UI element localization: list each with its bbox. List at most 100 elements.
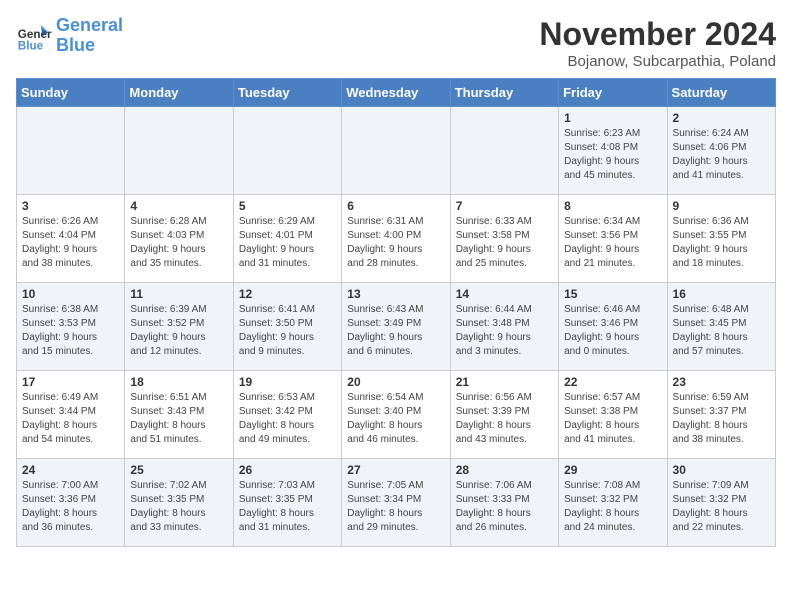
calendar-cell-w5-d4: 27 Sunrise: 7:05 AM Sunset: 3:34 PM Dayli… <box>342 459 450 547</box>
day-number-4: 4 <box>130 199 227 213</box>
day-number-10: 10 <box>22 287 119 301</box>
logo-text: General Blue <box>56 16 123 56</box>
week-row-4: 17 Sunrise: 6:49 AM Sunset: 3:44 PM Dayli… <box>17 371 776 459</box>
day-info-30: Sunrise: 7:09 AM Sunset: 3:32 PM Dayligh… <box>673 479 770 535</box>
day-number-23: 23 <box>673 375 770 389</box>
header-monday: Monday <box>125 79 233 107</box>
day-info-29: Sunrise: 7:08 AM Sunset: 3:32 PM Dayligh… <box>564 479 661 535</box>
calendar-cell-w2-d3: 5 Sunrise: 6:29 AM Sunset: 4:01 PM Daylig… <box>233 195 341 283</box>
calendar-cell-w4-d7: 23 Sunrise: 6:59 AM Sunset: 3:37 PM Dayli… <box>667 371 775 459</box>
calendar-cell-w1-d4 <box>342 107 450 195</box>
page-header: General Blue General Blue November 2024 … <box>16 16 776 70</box>
calendar-cell-w2-d5: 7Sunrise: 6:33 AM Sunset: 3:58 PM Daylig… <box>450 195 558 283</box>
calendar-cell-w1-d2 <box>125 107 233 195</box>
day-number-12: 12 <box>239 287 336 301</box>
calendar-cell-w4-d5: 21Sunrise: 6:56 AM Sunset: 3:39 PM Dayli… <box>450 371 558 459</box>
day-number-19: 19 <box>239 375 336 389</box>
calendar-cell-w3-d1: 10 Sunrise: 6:38 AM Sunset: 3:53 PM Dayli… <box>17 283 125 371</box>
day-number-28: 28 <box>456 463 553 477</box>
calendar-body: 1 Sunrise: 6:23 AM Sunset: 4:08 PM Daylig… <box>17 107 776 547</box>
calendar-cell-w3-d4: 13Sunrise: 6:43 AM Sunset: 3:49 PM Dayli… <box>342 283 450 371</box>
day-info-10: Sunrise: 6:38 AM Sunset: 3:53 PM Dayligh… <box>22 303 119 359</box>
day-info-22: Sunrise: 6:57 AM Sunset: 3:38 PM Dayligh… <box>564 391 661 447</box>
calendar-header: SundayMondayTuesdayWednesdayThursdayFrid… <box>17 79 776 107</box>
day-number-22: 22 <box>564 375 661 389</box>
day-number-7: 7 <box>456 199 553 213</box>
calendar-cell-w1-d1 <box>17 107 125 195</box>
day-info-2: Sunrise: 6:24 AM Sunset: 4:06 PM Dayligh… <box>673 127 770 183</box>
day-info-17: Sunrise: 6:49 AM Sunset: 3:44 PM Dayligh… <box>22 391 119 447</box>
calendar-cell-w4-d3: 19 Sunrise: 6:53 AM Sunset: 3:42 PM Dayli… <box>233 371 341 459</box>
day-info-13: Sunrise: 6:43 AM Sunset: 3:49 PM Dayligh… <box>347 303 444 359</box>
logo-line1: General <box>56 15 123 35</box>
day-number-25: 25 <box>130 463 227 477</box>
header-thursday: Thursday <box>450 79 558 107</box>
calendar-cell-w3-d2: 11 Sunrise: 6:39 AM Sunset: 3:52 PM Dayli… <box>125 283 233 371</box>
day-number-26: 26 <box>239 463 336 477</box>
calendar-cell-w2-d1: 3Sunrise: 6:26 AM Sunset: 4:04 PM Daylig… <box>17 195 125 283</box>
day-info-6: Sunrise: 6:31 AM Sunset: 4:00 PM Dayligh… <box>347 215 444 271</box>
day-info-16: Sunrise: 6:48 AM Sunset: 3:45 PM Dayligh… <box>673 303 770 359</box>
calendar-cell-w1-d6: 1 Sunrise: 6:23 AM Sunset: 4:08 PM Daylig… <box>559 107 667 195</box>
calendar-cell-w1-d3 <box>233 107 341 195</box>
day-number-8: 8 <box>564 199 661 213</box>
day-number-20: 20 <box>347 375 444 389</box>
svg-text:Blue: Blue <box>18 39 44 52</box>
header-wednesday: Wednesday <box>342 79 450 107</box>
header-saturday: Saturday <box>667 79 775 107</box>
day-info-28: Sunrise: 7:06 AM Sunset: 3:33 PM Dayligh… <box>456 479 553 535</box>
day-number-5: 5 <box>239 199 336 213</box>
calendar-cell-w5-d1: 24 Sunrise: 7:00 AM Sunset: 3:36 PM Dayli… <box>17 459 125 547</box>
calendar-table: SundayMondayTuesdayWednesdayThursdayFrid… <box>16 78 776 547</box>
calendar-cell-w2-d7: 9 Sunrise: 6:36 AM Sunset: 3:55 PM Daylig… <box>667 195 775 283</box>
day-info-11: Sunrise: 6:39 AM Sunset: 3:52 PM Dayligh… <box>130 303 227 359</box>
calendar-cell-w2-d2: 4 Sunrise: 6:28 AM Sunset: 4:03 PM Daylig… <box>125 195 233 283</box>
day-info-3: Sunrise: 6:26 AM Sunset: 4:04 PM Dayligh… <box>22 215 119 271</box>
day-number-18: 18 <box>130 375 227 389</box>
day-info-19: Sunrise: 6:53 AM Sunset: 3:42 PM Dayligh… <box>239 391 336 447</box>
calendar-cell-w3-d6: 15Sunrise: 6:46 AM Sunset: 3:46 PM Dayli… <box>559 283 667 371</box>
day-number-6: 6 <box>347 199 444 213</box>
calendar-cell-w5-d3: 26Sunrise: 7:03 AM Sunset: 3:35 PM Dayli… <box>233 459 341 547</box>
subtitle: Bojanow, Subcarpathia, Poland <box>539 53 776 70</box>
week-row-1: 1 Sunrise: 6:23 AM Sunset: 4:08 PM Daylig… <box>17 107 776 195</box>
day-number-11: 11 <box>130 287 227 301</box>
header-sunday: Sunday <box>17 79 125 107</box>
header-row: SundayMondayTuesdayWednesdayThursdayFrid… <box>17 79 776 107</box>
week-row-2: 3Sunrise: 6:26 AM Sunset: 4:04 PM Daylig… <box>17 195 776 283</box>
header-friday: Friday <box>559 79 667 107</box>
week-row-5: 24 Sunrise: 7:00 AM Sunset: 3:36 PM Dayli… <box>17 459 776 547</box>
day-info-24: Sunrise: 7:00 AM Sunset: 3:36 PM Dayligh… <box>22 479 119 535</box>
calendar-cell-w5-d2: 25Sunrise: 7:02 AM Sunset: 3:35 PM Dayli… <box>125 459 233 547</box>
calendar-cell-w3-d3: 12 Sunrise: 6:41 AM Sunset: 3:50 PM Dayli… <box>233 283 341 371</box>
calendar-cell-w2-d6: 8Sunrise: 6:34 AM Sunset: 3:56 PM Daylig… <box>559 195 667 283</box>
day-info-21: Sunrise: 6:56 AM Sunset: 3:39 PM Dayligh… <box>456 391 553 447</box>
calendar-cell-w4-d4: 20Sunrise: 6:54 AM Sunset: 3:40 PM Dayli… <box>342 371 450 459</box>
day-number-15: 15 <box>564 287 661 301</box>
day-info-5: Sunrise: 6:29 AM Sunset: 4:01 PM Dayligh… <box>239 215 336 271</box>
day-number-16: 16 <box>673 287 770 301</box>
day-number-27: 27 <box>347 463 444 477</box>
calendar-cell-w5-d6: 29 Sunrise: 7:08 AM Sunset: 3:32 PM Dayli… <box>559 459 667 547</box>
day-info-1: Sunrise: 6:23 AM Sunset: 4:08 PM Dayligh… <box>564 127 661 183</box>
day-info-4: Sunrise: 6:28 AM Sunset: 4:03 PM Dayligh… <box>130 215 227 271</box>
calendar-cell-w1-d5 <box>450 107 558 195</box>
day-number-24: 24 <box>22 463 119 477</box>
day-info-27: Sunrise: 7:05 AM Sunset: 3:34 PM Dayligh… <box>347 479 444 535</box>
day-number-17: 17 <box>22 375 119 389</box>
main-title: November 2024 <box>539 16 776 53</box>
day-number-9: 9 <box>673 199 770 213</box>
header-tuesday: Tuesday <box>233 79 341 107</box>
calendar-cell-w5-d7: 30Sunrise: 7:09 AM Sunset: 3:32 PM Dayli… <box>667 459 775 547</box>
day-number-29: 29 <box>564 463 661 477</box>
day-info-9: Sunrise: 6:36 AM Sunset: 3:55 PM Dayligh… <box>673 215 770 271</box>
day-number-1: 1 <box>564 111 661 125</box>
calendar-cell-w3-d7: 16 Sunrise: 6:48 AM Sunset: 3:45 PM Dayli… <box>667 283 775 371</box>
day-info-18: Sunrise: 6:51 AM Sunset: 3:43 PM Dayligh… <box>130 391 227 447</box>
calendar-cell-w1-d7: 2 Sunrise: 6:24 AM Sunset: 4:06 PM Daylig… <box>667 107 775 195</box>
day-info-12: Sunrise: 6:41 AM Sunset: 3:50 PM Dayligh… <box>239 303 336 359</box>
day-info-23: Sunrise: 6:59 AM Sunset: 3:37 PM Dayligh… <box>673 391 770 447</box>
calendar-cell-w4-d2: 18 Sunrise: 6:51 AM Sunset: 3:43 PM Dayli… <box>125 371 233 459</box>
day-number-2: 2 <box>673 111 770 125</box>
week-row-3: 10 Sunrise: 6:38 AM Sunset: 3:53 PM Dayli… <box>17 283 776 371</box>
